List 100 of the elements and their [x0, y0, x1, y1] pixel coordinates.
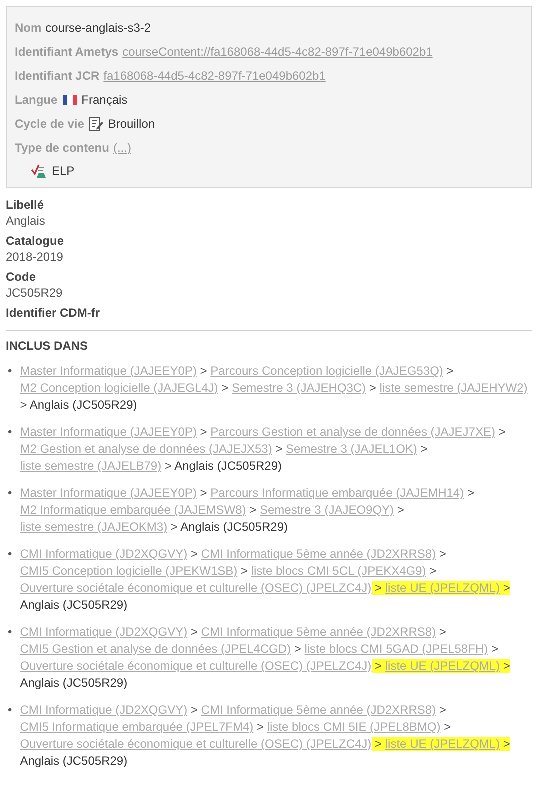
property-label: Identifiant Ametys [15, 44, 119, 61]
field-label: Catalogue [6, 234, 66, 248]
breadcrumb-link[interactable]: liste blocs CMI 5IE (JPEL8BMQ) [267, 720, 441, 734]
breadcrumb-link[interactable]: M2 Informatique embarquée (JAJEMSW8) [20, 503, 246, 517]
breadcrumb-link[interactable]: Parcours Conception logicielle (JAJEG53Q) [210, 364, 444, 378]
separator: > [397, 503, 404, 517]
property-link[interactable]: fa168068-44d5-4c82-897f-71e049b602b1 [104, 67, 326, 85]
field-value: JC505R29 [6, 286, 64, 300]
breadcrumb-link[interactable]: CMI5 Informatique embarquée (JPEL7FM4) [20, 720, 254, 734]
separator: > [276, 442, 283, 456]
breadcrumb-link[interactable]: Ouverture sociétale économique et culturelle (OSEC) (JPELZC4J) [20, 737, 372, 751]
separator: > [240, 564, 248, 578]
property-label: Cycle de vie [15, 116, 84, 133]
breadcrumb-link[interactable]: Semestre 3 (JAJEO9QY) [260, 503, 394, 517]
property-label: Identifiant JCR [15, 68, 100, 85]
current-item: Anglais (JC505R29) [20, 598, 128, 612]
breadcrumb-link[interactable]: CMI Informatique (JD2XQGVY) [20, 625, 188, 639]
property-label: Langue [15, 92, 58, 109]
breadcrumb-link[interactable]: CMI Informatique 5ème année (JD2XRRS8) [201, 547, 436, 561]
separator: > [375, 737, 382, 751]
bullet: • [8, 546, 12, 563]
separator: > [439, 703, 446, 717]
breadcrumb-link[interactable]: CMI Informatique 5ème année (JD2XRRS8) [201, 703, 436, 717]
current-item: Anglais (JC505R29) [20, 754, 128, 768]
breadcrumb-link[interactable]: CMI Informatique (JD2XQGVY) [20, 547, 188, 561]
separator: > [439, 547, 446, 561]
field-label: Libellé [6, 198, 46, 212]
breadcrumb-link[interactable]: CMI Informatique 5ème année (JD2XRRS8) [201, 625, 436, 639]
separator: > [170, 520, 178, 534]
field-label: Code [6, 270, 37, 284]
breadcrumb-link[interactable]: Semestre 3 (JAJEL1OK) [286, 442, 418, 456]
bullet: • [8, 702, 12, 719]
field-label: Identifier CDM-fr [6, 306, 101, 320]
separator: > [498, 425, 506, 439]
breadcrumb-link[interactable]: Master Informatique (JAJEEY0P) [20, 364, 197, 378]
bullet: • [8, 424, 12, 441]
separator: > [503, 659, 510, 673]
separator: > [467, 486, 474, 500]
breadcrumb-link[interactable]: Master Informatique (JAJEEY0P) [20, 425, 197, 439]
breadcrumb-link[interactable]: Parcours Informatique embarquée (JAJEMH14) [210, 486, 464, 500]
current-item: Anglais (JC505R29) [180, 520, 288, 534]
separator: > [164, 459, 172, 473]
separator: > [294, 642, 302, 656]
property-label: Nom [15, 20, 42, 37]
separator: > [420, 442, 428, 456]
breadcrumb-link[interactable]: liste blocs CMI 5GAD (JPEL58FH) [304, 642, 488, 656]
content-type-icon [31, 163, 47, 179]
separator: > [369, 381, 376, 395]
bullet: • [8, 485, 12, 502]
breadcrumb-link[interactable]: liste semestre (JAJEHYW2) [380, 381, 528, 395]
breadcrumb-link[interactable]: liste semestre (JAJEOKM3) [20, 520, 168, 534]
field-value: Anglais [6, 214, 46, 228]
separator: > [200, 486, 208, 500]
separator: > [250, 503, 257, 517]
content-type-label: ELP [52, 164, 75, 178]
breadcrumb-link[interactable]: M2 Conception logicielle (JAJEGL4J) [20, 381, 218, 395]
breadcrumb-link[interactable]: liste UE (JPELZQML) [385, 581, 500, 595]
breadcrumb-link[interactable]: Master Informatique (JAJEEY0P) [20, 486, 197, 500]
field-value: 2018-2019 [6, 250, 64, 264]
property-label: Type de contenu [15, 140, 110, 157]
separator: > [190, 625, 198, 639]
breadcrumb-link[interactable]: liste UE (JPELZQML) [385, 737, 500, 751]
breadcrumb-link[interactable]: liste semestre (JAJELB79) [20, 459, 162, 473]
breadcrumb-link[interactable]: CMI Informatique (JD2XQGVY) [20, 703, 188, 717]
breadcrumb-link[interactable]: liste blocs CMI 5CL (JPEKX4G9) [251, 564, 426, 578]
separator: > [20, 398, 28, 412]
breadcrumb-link[interactable]: CMI5 Gestion et analyse de données (JPEL4CGD) [20, 642, 292, 656]
separator: > [200, 364, 208, 378]
bullet: • [8, 363, 12, 380]
separator: > [190, 703, 198, 717]
bullet: • [8, 624, 12, 641]
current-item: Anglais (JC505R29) [20, 676, 128, 690]
separator: > [375, 659, 382, 673]
property-link[interactable]: (...) [113, 139, 132, 157]
property-value: course-anglais-s3-2 [46, 20, 152, 37]
section-title: INCLUS DANS [6, 339, 90, 353]
property-link[interactable]: courseContent://fa168068-44d5-4c82-897f-71e049b602b1 [122, 43, 433, 61]
breadcrumb-link[interactable]: Ouverture sociétale économique et culturelle (OSEC) (JPELZC4J) [20, 659, 372, 673]
breadcrumb-link[interactable]: M2 Gestion et analyse de données (JAJEJX53) [20, 442, 272, 456]
french-flag-icon [62, 94, 78, 106]
separator: > [375, 581, 382, 595]
breadcrumb-link[interactable]: Parcours Gestion et analyse de données (JAJEJ7XE) [210, 425, 496, 439]
separator: > [446, 364, 454, 378]
separator: > [200, 425, 208, 439]
separator: > [444, 720, 452, 734]
property-value: Brouillon [108, 116, 156, 133]
breadcrumb-link[interactable]: liste UE (JPELZQML) [385, 659, 500, 673]
current-item: Anglais (JC505R29) [30, 398, 138, 412]
breadcrumb-link[interactable]: Semestre 3 (JAJEHQ3C) [232, 381, 366, 395]
property-value: Français [82, 92, 128, 109]
separator: > [439, 625, 446, 639]
breadcrumb-link[interactable]: Ouverture sociétale économique et culturelle (OSEC) (JPELZC4J) [20, 581, 372, 595]
separator: > [430, 564, 437, 578]
separator: > [222, 381, 229, 395]
edit-document-icon [88, 116, 104, 132]
breadcrumb-link[interactable]: CMI5 Conception logicielle (JPEKW1SB) [20, 564, 238, 578]
separator: > [190, 547, 198, 561]
separator: > [503, 581, 510, 595]
separator: > [256, 720, 264, 734]
separator: > [491, 642, 498, 656]
